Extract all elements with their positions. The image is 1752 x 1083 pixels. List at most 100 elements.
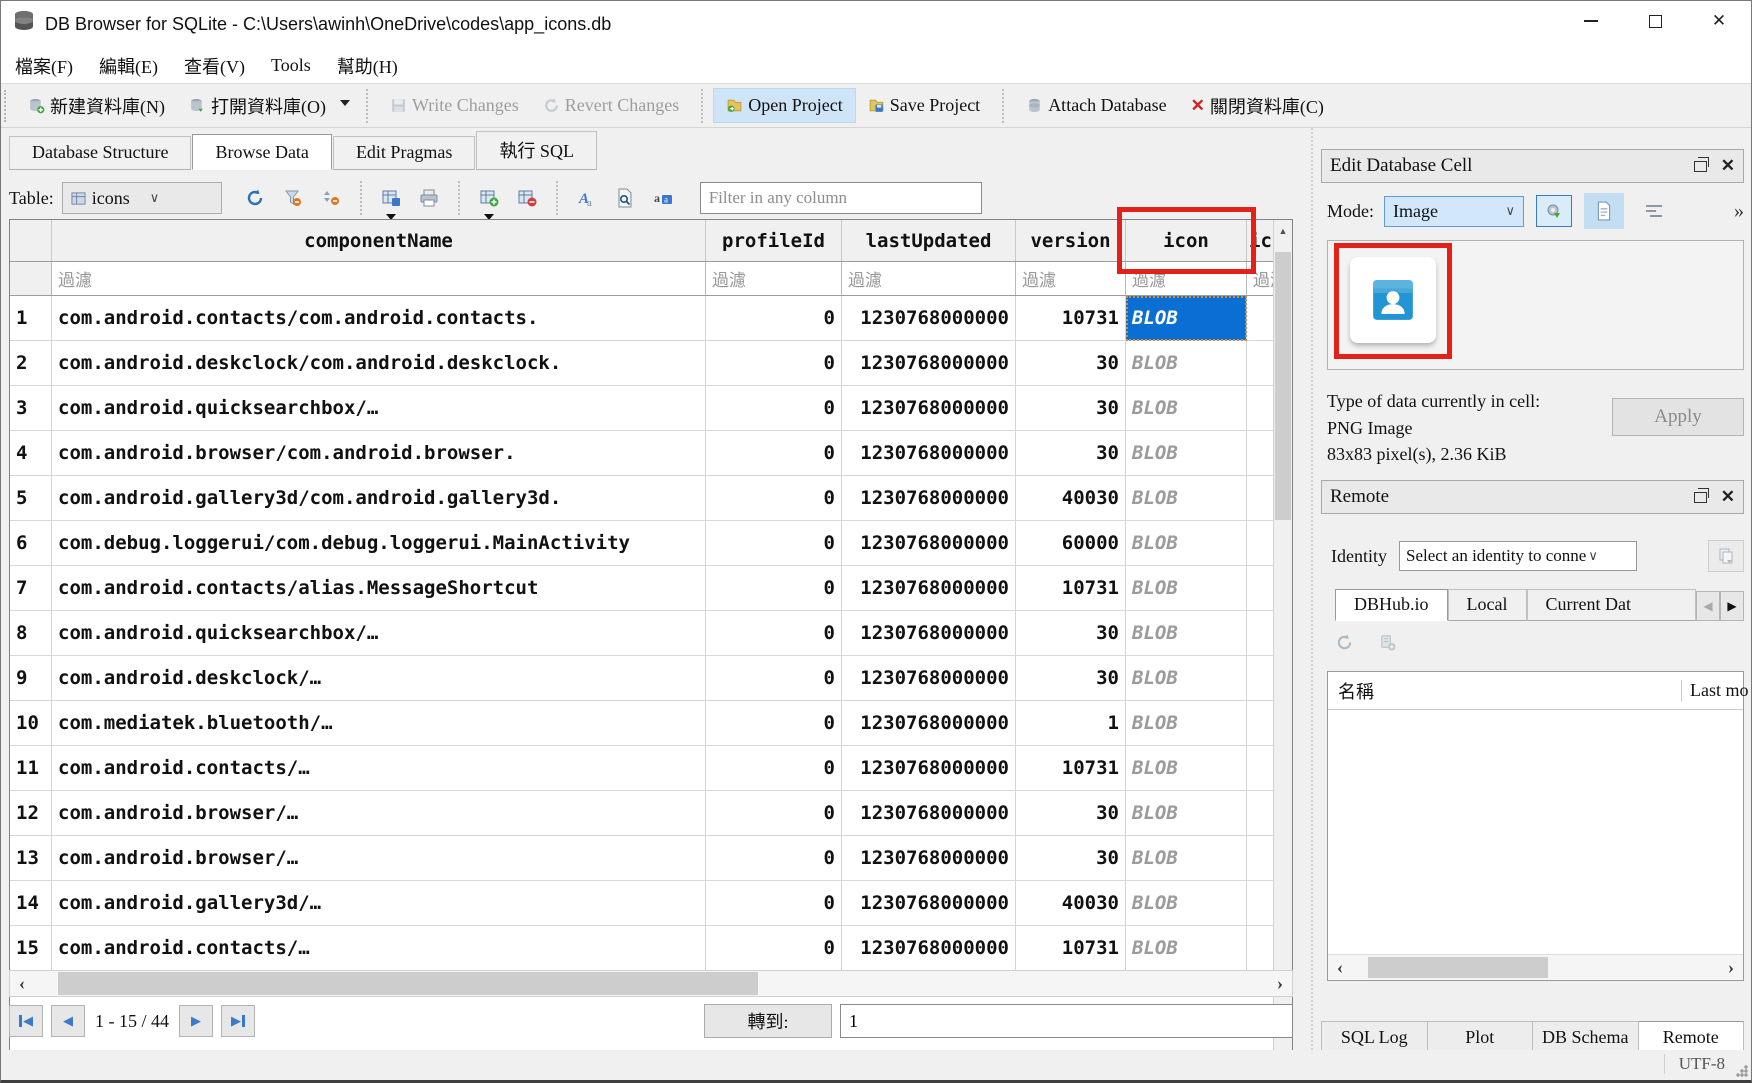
grid-cell[interactable]	[1247, 476, 1273, 521]
grid-cell[interactable]: com.android.browser/…	[52, 791, 706, 836]
grid-cell[interactable]	[1247, 746, 1273, 791]
grid-cell[interactable]: 5	[10, 476, 52, 521]
blob-cell[interactable]: BLOB	[1126, 836, 1247, 881]
table-row[interactable]: 15com.android.contacts/…0123076800000010…	[10, 926, 1273, 971]
grid-cell[interactable]: com.android.browser/…	[52, 836, 706, 881]
grid-cell[interactable]: 3	[10, 386, 52, 431]
corner-header[interactable]	[10, 220, 52, 261]
grid-cell[interactable]: 1	[10, 296, 52, 341]
grid-cell[interactable]	[1247, 836, 1273, 881]
grid-cell[interactable]: 1230768000000	[842, 701, 1016, 746]
grid-cell[interactable]: 30	[1016, 611, 1126, 656]
table-row[interactable]: 11com.android.contacts/…0123076800000010…	[10, 746, 1273, 791]
table-row[interactable]: 5com.android.gallery3d/com.android.galle…	[10, 476, 1273, 521]
menu-view[interactable]: 查看(V)	[172, 49, 257, 83]
horizontal-scrollbar-thumb[interactable]	[58, 972, 758, 995]
grid-cell[interactable]: 0	[706, 746, 842, 791]
blob-cell[interactable]: BLOB	[1126, 386, 1247, 431]
grid-cell[interactable]: 11	[10, 746, 52, 791]
remote-list-scrollbar[interactable]: ‹ ›	[1328, 954, 1743, 980]
table-row[interactable]: 1com.android.contacts/com.android.contac…	[10, 296, 1273, 341]
attach-database-button[interactable]: Attach Database	[1014, 89, 1178, 122]
menu-help[interactable]: 幫助(H)	[325, 49, 410, 83]
apply-button[interactable]: Apply	[1612, 398, 1744, 436]
grid-cell[interactable]: com.android.contacts/alias.MessageShortc…	[52, 566, 706, 611]
float-panel-icon[interactable]	[1694, 492, 1707, 503]
delete-record-button[interactable]	[508, 182, 546, 214]
identity-select[interactable]: Select an identity to conne ∨	[1399, 541, 1637, 571]
find-in-table-button[interactable]	[606, 182, 644, 214]
table-row[interactable]: 7com.android.contacts/alias.MessageShort…	[10, 566, 1273, 611]
grid-cell[interactable]: 1230768000000	[842, 746, 1016, 791]
grid-cell[interactable]: 2	[10, 341, 52, 386]
remote-list-scrollbar-thumb[interactable]	[1368, 957, 1548, 978]
grid-cell[interactable]: 1230768000000	[842, 611, 1016, 656]
grid-cell[interactable]: 13	[10, 836, 52, 881]
grid-cell[interactable]: 1230768000000	[842, 476, 1016, 521]
blob-cell[interactable]: BLOB	[1126, 701, 1247, 746]
edit-display-format-button[interactable]: Aa	[568, 182, 606, 214]
filter-version[interactable]: 過濾	[1016, 262, 1126, 295]
grid-cell[interactable]: 30	[1016, 791, 1126, 836]
grid-cell[interactable]: 8	[10, 611, 52, 656]
grid-cell[interactable]: 6	[10, 521, 52, 566]
grid-cell[interactable]: com.android.quicksearchbox/…	[52, 611, 706, 656]
table-row[interactable]: 3com.android.quicksearchbox/…01230768000…	[10, 386, 1273, 431]
grid-cell[interactable]: 14	[10, 881, 52, 926]
blob-cell[interactable]: BLOB	[1126, 611, 1247, 656]
menu-edit[interactable]: 編輯(E)	[87, 49, 170, 83]
table-row[interactable]: 6com.debug.loggerui/com.debug.loggerui.M…	[10, 521, 1273, 566]
grid-cell[interactable]	[1247, 611, 1273, 656]
print-button[interactable]	[410, 182, 448, 214]
clear-sort-button[interactable]	[312, 182, 350, 214]
grid-cell[interactable]: 10731	[1016, 926, 1126, 971]
grid-cell[interactable]: 0	[706, 791, 842, 836]
tab-scroll-right-icon[interactable]: ▶	[1720, 591, 1744, 621]
filter-any-column-input[interactable]	[700, 182, 982, 214]
grid-cell[interactable]	[1247, 386, 1273, 431]
table-row[interactable]: 9com.android.deskclock/…0123076800000030…	[10, 656, 1273, 701]
tab-scroll-left-icon[interactable]: ◀	[1696, 591, 1720, 621]
mode-select[interactable]: Image ∨	[1384, 196, 1524, 227]
grid-cell[interactable]: 0	[706, 881, 842, 926]
blob-cell[interactable]: BLOB	[1126, 476, 1247, 521]
filter-lastUpdated[interactable]: 過濾	[842, 262, 1016, 295]
menu-tools[interactable]: Tools	[259, 51, 323, 80]
grid-cell[interactable]: 10731	[1016, 746, 1126, 791]
new-database-button[interactable]: 新建資料庫(N)	[16, 87, 177, 125]
grid-cell[interactable]: com.mediatek.bluetooth/…	[52, 701, 706, 746]
table-row[interactable]: 10com.mediatek.bluetooth/…01230768000000…	[10, 701, 1273, 746]
import-data-button[interactable]	[1536, 195, 1572, 227]
grid-cell[interactable]: com.android.gallery3d/…	[52, 881, 706, 926]
close-button[interactable]: ✕	[1687, 1, 1751, 41]
text-mode-button[interactable]	[1584, 193, 1624, 229]
scroll-up-icon[interactable]: ▲	[1274, 220, 1292, 242]
grid-cell[interactable]: 0	[706, 656, 842, 701]
open-database-dropdown-icon[interactable]	[340, 100, 350, 106]
grid-cell[interactable]: 0	[706, 296, 842, 341]
goto-record-input[interactable]	[840, 1004, 1293, 1038]
grid-cell[interactable]: com.android.deskclock/…	[52, 656, 706, 701]
grid-cell[interactable]: 1230768000000	[842, 791, 1016, 836]
blob-cell[interactable]: BLOB	[1126, 341, 1247, 386]
first-record-button[interactable]: ◀	[9, 1005, 43, 1037]
grid-cell[interactable]: 0	[706, 836, 842, 881]
resize-grip[interactable]	[1736, 1065, 1748, 1077]
last-record-button[interactable]: ▶	[221, 1005, 255, 1037]
blob-cell[interactable]: BLOB	[1126, 746, 1247, 791]
grid-cell[interactable]: 0	[706, 386, 842, 431]
grid-cell[interactable]: 4	[10, 431, 52, 476]
grid-cell[interactable]: 40030	[1016, 881, 1126, 926]
grid-cell[interactable]: 0	[706, 521, 842, 566]
blob-cell[interactable]: BLOB	[1126, 521, 1247, 566]
grid-cell[interactable]: 1230768000000	[842, 926, 1016, 971]
grid-cell[interactable]: com.android.contacts/…	[52, 746, 706, 791]
close-panel-icon[interactable]: ✕	[1721, 487, 1735, 507]
grid-cell[interactable]	[1247, 656, 1273, 701]
encoding-button[interactable]: aa	[644, 182, 682, 214]
grid-cell[interactable]	[1247, 881, 1273, 926]
grid-cell[interactable]	[1247, 521, 1273, 566]
tab-database-structure[interactable]: Database Structure	[9, 136, 191, 170]
grid-cell[interactable]	[1247, 566, 1273, 611]
remote-tab-dbhub[interactable]: DBHub.io	[1335, 589, 1448, 621]
